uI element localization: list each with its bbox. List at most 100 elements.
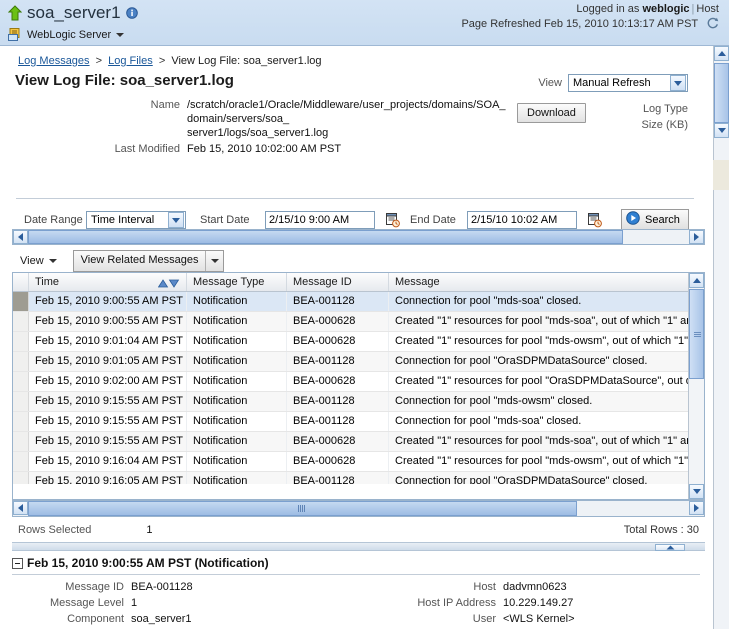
scrollbar-thumb[interactable] xyxy=(28,230,623,244)
view-related-messages-button[interactable]: View Related Messages xyxy=(72,250,225,272)
table-scrollbar-track[interactable] xyxy=(28,501,689,516)
table-body: Feb 15, 2010 9:00:55 AM PST Notification B… xyxy=(13,292,704,484)
date-range-select[interactable]: Time Interval xyxy=(86,211,186,229)
breadcrumb-item-log-messages[interactable]: Log Messages xyxy=(18,55,90,67)
file-path-line-1: /scratch/oracle1/Oracle/Middleware/user_… xyxy=(187,99,506,125)
scrollbar-corner xyxy=(713,160,729,190)
sort-toggle-icons[interactable] xyxy=(157,276,180,291)
detail-left-column: Message ID BEA-001128 Message Level 1 Co… xyxy=(12,579,356,629)
table-row[interactable]: Feb 15, 2010 9:00:55 AM PST Notification B… xyxy=(13,292,704,312)
view-menu-label: View xyxy=(20,255,44,267)
refresh-icon[interactable] xyxy=(706,17,719,33)
host-link[interactable]: Host xyxy=(696,3,719,15)
panel-splitter[interactable] xyxy=(12,542,705,551)
collapse-expander-icon[interactable] xyxy=(12,557,23,569)
view-menu-button[interactable]: View xyxy=(12,253,65,269)
last-modified-row: Last Modified Feb 15, 2010 10:02:00 AM P… xyxy=(0,142,713,156)
detail-value-user: <WLS Kernel> xyxy=(503,613,575,625)
cell-time: Feb 15, 2010 9:16:04 AM PST xyxy=(29,452,187,471)
row-selector-cell[interactable] xyxy=(13,352,29,371)
weblogic-server-icon xyxy=(8,28,22,42)
page-scrollbar-thumb[interactable] xyxy=(714,63,729,123)
scroll-right-icon[interactable] xyxy=(689,230,704,244)
cell-type: Notification xyxy=(187,312,287,331)
table-row[interactable]: Feb 15, 2010 9:16:04 AM PST Notification B… xyxy=(13,452,704,472)
scroll-left-icon[interactable] xyxy=(13,230,28,244)
detail-value-message-level: 1 xyxy=(131,597,138,609)
form-horizontal-scrollbar[interactable] xyxy=(12,229,705,245)
detail-label-host: Host xyxy=(473,581,496,593)
row-selector-cell[interactable] xyxy=(13,372,29,391)
row-selector-cell[interactable] xyxy=(13,392,29,411)
page-server-title: soa_server1 xyxy=(27,3,121,22)
table-toolbar: View View Related Messages xyxy=(12,249,705,273)
scrollbar-track[interactable] xyxy=(28,230,689,244)
table-scrollbar-thumb[interactable] xyxy=(28,501,577,516)
scroll-down-icon[interactable] xyxy=(689,484,704,499)
page-vertical-scrollbar[interactable] xyxy=(713,46,729,629)
row-selector-cell[interactable] xyxy=(13,332,29,351)
row-selector-cell[interactable] xyxy=(13,452,29,471)
cell-message: Created "1" resources for pool "mds-owsm… xyxy=(395,335,690,347)
column-header-message-id[interactable]: Message ID xyxy=(287,273,389,291)
detail-value-component: soa_server1 xyxy=(131,613,192,625)
table-horizontal-scrollbar[interactable] xyxy=(12,500,705,517)
chevron-down-icon[interactable] xyxy=(205,251,223,271)
table-scroll-left-icon[interactable] xyxy=(13,501,28,515)
row-selector-cell[interactable] xyxy=(13,312,29,331)
scroll-up-icon[interactable] xyxy=(689,273,704,288)
detail-label-message-level: Message Level xyxy=(50,597,124,609)
server-type-menu[interactable]: WebLogic Server xyxy=(8,25,138,45)
page-title: View Log File: soa_server1.log xyxy=(15,72,234,89)
scrollbar-grip xyxy=(694,332,701,339)
table-row[interactable]: Feb 15, 2010 9:15:55 AM PST Notification B… xyxy=(13,392,704,412)
cell-message: Connection for pool "mds-soa" closed. xyxy=(395,415,582,427)
search-button-label: Search xyxy=(645,213,680,226)
cell-message: Connection for pool "OraSDPMDataSource" … xyxy=(395,475,648,484)
splitter-collapse-handle[interactable] xyxy=(655,544,685,551)
breadcrumb-item-log-files[interactable]: Log Files xyxy=(108,55,153,67)
scrollbar-thumb-vertical[interactable] xyxy=(689,289,704,379)
column-header-time[interactable]: Time xyxy=(29,273,187,291)
global-header: soa_server1 WebLogic Server Logged in as… xyxy=(0,0,729,46)
cell-id: BEA-001128 xyxy=(287,292,389,311)
server-status-up-arrow-icon xyxy=(7,5,23,21)
table-vertical-scrollbar[interactable] xyxy=(688,273,704,499)
row-selector-cell[interactable] xyxy=(13,292,29,311)
file-path-line-2: server1/logs/soa_server1.log xyxy=(187,127,329,139)
table-row[interactable]: Feb 15, 2010 9:00:55 AM PST Notification B… xyxy=(13,312,704,332)
download-button[interactable]: Download xyxy=(517,103,586,123)
table-row[interactable]: Feb 15, 2010 9:02:00 AM PST Notification B… xyxy=(13,372,704,392)
row-selector-cell[interactable] xyxy=(13,472,29,484)
start-date-label: Start Date xyxy=(200,214,250,226)
cell-id: BEA-001128 xyxy=(287,412,389,431)
start-date-input[interactable] xyxy=(265,211,375,229)
page-scroll-up-icon[interactable] xyxy=(714,46,729,61)
end-date-input[interactable] xyxy=(467,211,577,229)
breadcrumb-item-current: View Log File: soa_server1.log xyxy=(171,55,322,67)
table-row[interactable]: Feb 15, 2010 9:15:55 AM PST Notification B… xyxy=(13,432,704,452)
info-icon[interactable] xyxy=(125,7,138,19)
cell-id: BEA-000628 xyxy=(287,432,389,451)
detail-label-host-ip: Host IP Address xyxy=(417,597,496,609)
detail-header: Feb 15, 2010 9:00:55 AM PST (Notificatio… xyxy=(12,556,712,570)
cell-time: Feb 15, 2010 9:15:55 AM PST xyxy=(29,392,187,411)
logged-in-prefix: Logged in as xyxy=(576,3,640,15)
view-mode-select[interactable]: Manual Refresh xyxy=(568,74,688,92)
chevron-down-icon xyxy=(670,75,686,91)
detail-value-host-ip: 10.229.149.27 xyxy=(503,597,574,609)
message-detail-panel: Feb 15, 2010 9:00:55 AM PST (Notificatio… xyxy=(12,556,712,629)
table-row[interactable]: Feb 15, 2010 9:15:55 AM PST Notification B… xyxy=(13,412,704,432)
search-button[interactable]: Search xyxy=(621,209,689,230)
table-scroll-right-icon[interactable] xyxy=(689,501,704,515)
cell-time: Feb 15, 2010 9:15:55 AM PST xyxy=(29,432,187,451)
table-row[interactable]: Feb 15, 2010 9:01:04 AM PST Notification B… xyxy=(13,332,704,352)
page-scroll-down-icon[interactable] xyxy=(714,123,729,138)
table-row[interactable]: Feb 15, 2010 9:16:05 AM PST Notification B… xyxy=(13,472,704,484)
detail-fields: Message ID BEA-001128 Message Level 1 Co… xyxy=(12,579,712,629)
row-selector-cell[interactable] xyxy=(13,432,29,451)
column-header-message-type[interactable]: Message Type xyxy=(187,273,287,291)
row-selector-cell[interactable] xyxy=(13,412,29,431)
column-header-message[interactable]: Message xyxy=(389,273,690,291)
table-row[interactable]: Feb 15, 2010 9:01:05 AM PST Notification B… xyxy=(13,352,704,372)
